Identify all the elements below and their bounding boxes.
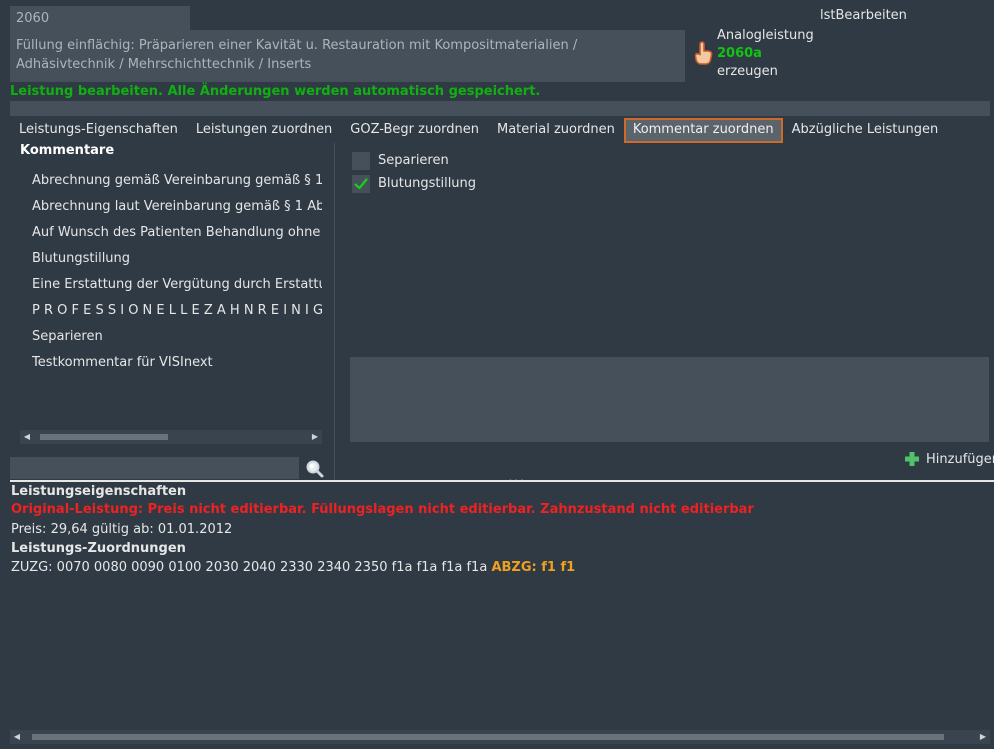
add-button-label: Hinzufügen [926,451,994,467]
scroll-right-arrow-icon[interactable]: ▶ [976,730,990,744]
tab-material-zuordnen[interactable]: Material zuordnen [488,118,624,142]
list-item[interactable]: Testkommentar für VISInext [32,352,322,378]
pointing-hand-icon[interactable] [693,40,715,66]
panel-divider [334,143,335,480]
tab-bar: Leistungs-Eigenschaften Leistungen zuord… [10,118,948,143]
horizontal-splitter[interactable] [10,480,994,482]
abzg-list: ABZG: f1 f1 [491,560,576,575]
list-item[interactable]: P R O F E S S I O N E L L E Z A H N R E … [32,300,322,326]
list-horizontal-scrollbar[interactable]: ◀ ▶ [20,430,322,444]
add-button[interactable]: Hinzufügen [904,451,994,467]
analog-label: Analogleistung [717,28,814,43]
comment-search-input[interactable] [10,457,299,479]
tab-leistungs-eigenschaften[interactable]: Leistungs-Eigenschaften [10,118,187,142]
comment-list: Abrechnung gemäß Vereinbarung gemäß § 1 … [32,170,322,378]
comment-text-area[interactable] [350,357,989,442]
list-item[interactable]: Eine Erstattung der Vergütung durch Erst… [32,274,322,300]
assignments-heading: Leistungs-Zuordnungen [11,541,186,556]
list-item[interactable]: Abrechnung laut Vereinbarung gemäß § 1 A… [32,196,322,222]
zuzg-list: ZUZG: 0070 0080 0090 0100 2030 2040 2330… [11,560,488,575]
status-message: Leistung bearbeiten. Alle Änderungen wer… [10,84,541,99]
tab-abzuegliche-leistungen[interactable]: Abzügliche Leistungen [783,118,948,142]
list-item[interactable]: Blutungstillung [32,248,322,274]
page-horizontal-scrollbar[interactable]: ◀ ▶ [10,730,990,744]
magnifier-icon[interactable] [304,458,326,480]
scroll-left-arrow-icon[interactable]: ◀ [10,730,24,744]
checkbox-separieren[interactable] [352,152,370,170]
scrollbar-thumb[interactable] [40,434,168,440]
plus-icon [905,452,919,466]
analog-code: 2060a [717,46,762,61]
properties-heading: Leistungseigenschaften [11,484,187,499]
splitter-grip-icon[interactable]: ••• [508,477,525,486]
tab-goz-begr-zuordnen[interactable]: GOZ-Begr zuordnen [341,118,488,142]
scroll-right-arrow-icon[interactable]: ▶ [308,430,322,444]
list-item[interactable]: Abrechnung gemäß Vereinbarung gemäß § 1 … [32,170,322,196]
checkbox-label: Separieren [378,153,449,168]
status-bar [10,101,990,116]
tab-leistungen-zuordnen[interactable]: Leistungen zuordnen [187,118,341,142]
analog-action-label: erzeugen [717,64,778,79]
scrollbar-thumb[interactable] [32,734,944,740]
analog-service-link[interactable]: Analogleistung 2060a erzeugen [717,27,814,81]
checkbox-label: Blutungstillung [378,176,477,191]
code-field[interactable]: 2060 [10,6,190,30]
scroll-left-arrow-icon[interactable]: ◀ [20,430,34,444]
tab-kommentar-zuordnen[interactable]: Kommentar zuordnen [623,118,783,143]
list-item[interactable]: Separieren [32,326,322,352]
window-label: lstBearbeiten [820,8,907,23]
original-service-warning: Original-Leistung: Preis nicht editierba… [11,502,754,517]
description-field[interactable]: Füllung einflächig: Präparieren einer Ka… [10,30,685,82]
checkmark-icon [354,178,368,190]
comments-heading: Kommentare [20,143,115,158]
checkbox-blutungstillung[interactable] [352,175,370,193]
assignments-line: ZUZG: 0070 0080 0090 0100 2030 2040 2330… [11,560,575,575]
list-item[interactable]: Auf Wunsch des Patienten Behandlung ohne… [32,222,322,248]
price-info: Preis: 29,64 gültig ab: 01.01.2012 [11,522,233,537]
